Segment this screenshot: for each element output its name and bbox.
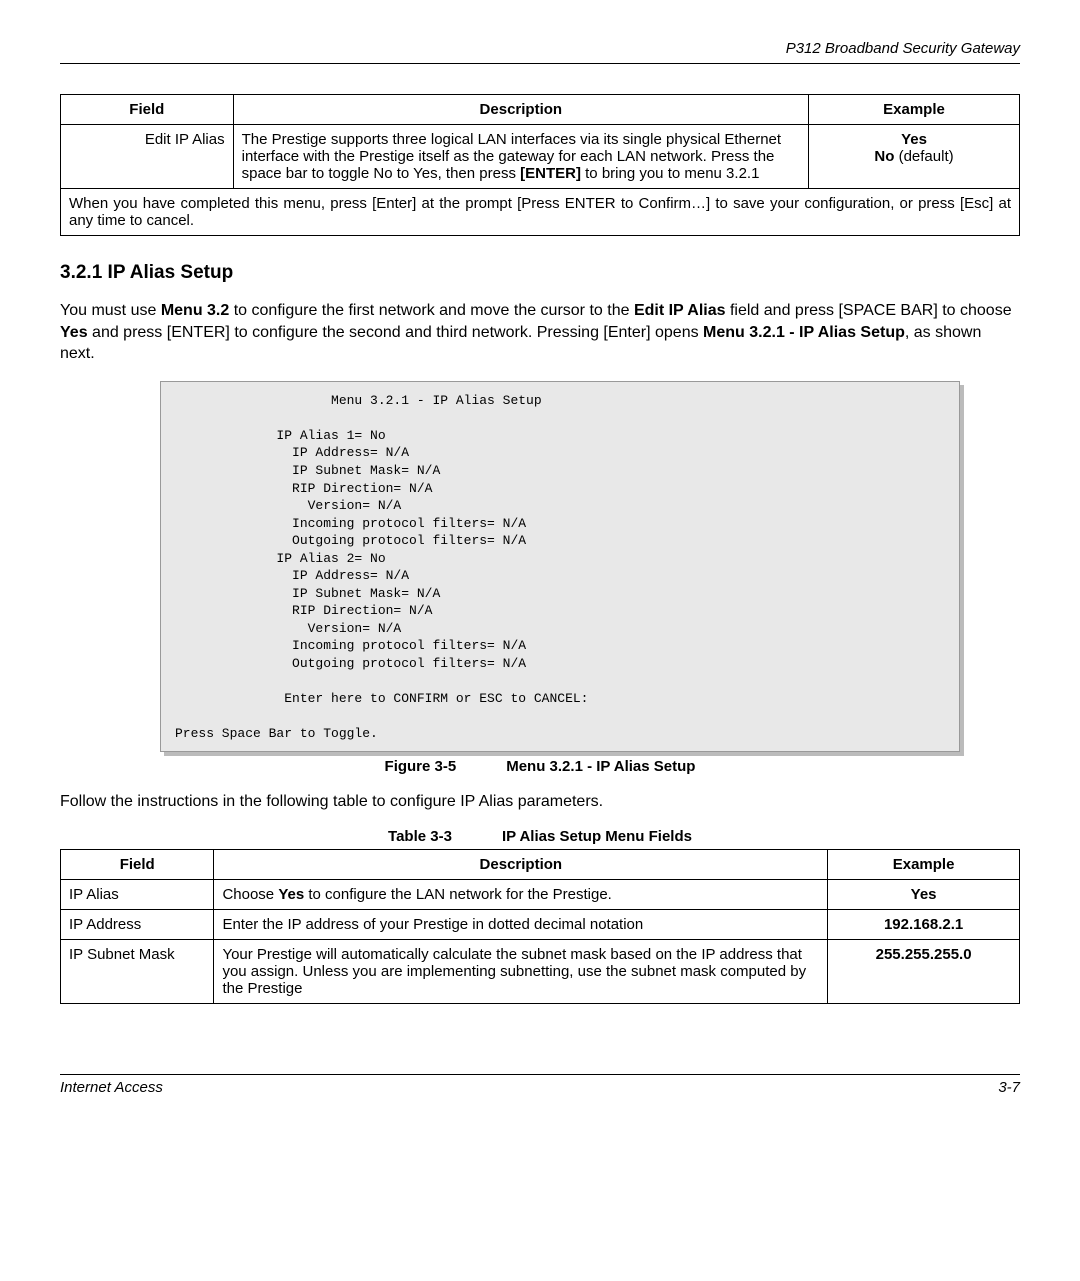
footer-left: Internet Access <box>60 1079 163 1096</box>
th-desc2: Description <box>214 850 828 880</box>
d-pre: Choose <box>222 886 278 903</box>
cell-desc: Enter the IP address of your Prestige in… <box>214 910 828 940</box>
cell-example: Yes <box>828 880 1020 910</box>
desc-text-bold: [ENTER] <box>520 165 581 182</box>
th-example2: Example <box>828 850 1020 880</box>
cell-description: The Prestige supports three logical LAN … <box>233 125 808 189</box>
section-paragraph: You must use Menu 3.2 to configure the f… <box>60 300 1020 365</box>
p1-g: and press [ENTER] to configure the secon… <box>88 324 703 341</box>
cell-field: Edit IP Alias <box>61 125 234 189</box>
cell-example: Yes No (default) <box>809 125 1020 189</box>
table-number: Table 3-3 <box>388 828 452 845</box>
cell-field: IP Alias <box>61 880 214 910</box>
d-bold: Yes <box>278 886 304 903</box>
example-default: (default) <box>894 148 953 165</box>
figure-caption: Figure 3-5 Menu 3.2.1 - IP Alias Setup <box>60 758 1020 775</box>
follow-text: Follow the instructions in the following… <box>60 791 1020 813</box>
page-header-product: P312 Broadband Security Gateway <box>60 40 1020 57</box>
th-field: Field <box>61 95 234 125</box>
p1-e: field and press [SPACE BAR] to choose <box>726 302 1012 319</box>
p1-d: Edit IP Alias <box>634 302 726 319</box>
table-ip-alias-fields: Field Description Example IP Alias Choos… <box>60 849 1020 1004</box>
footer-right: 3-7 <box>998 1079 1020 1096</box>
table-row: IP Subnet Mask Your Prestige will automa… <box>61 940 1020 1004</box>
page-footer: Internet Access 3-7 <box>60 1074 1020 1096</box>
d-post: to configure the LAN network for the Pre… <box>304 886 612 903</box>
table-row: IP Address Enter the IP address of your … <box>61 910 1020 940</box>
p1-c: to configure the first network and move … <box>229 302 634 319</box>
cell-example: 255.255.255.0 <box>828 940 1020 1004</box>
th-example: Example <box>809 95 1020 125</box>
table-note: When you have completed this menu, press… <box>61 189 1020 236</box>
table-note-row: When you have completed this menu, press… <box>61 189 1020 236</box>
p1-a: You must use <box>60 302 161 319</box>
d-pre: Enter the IP address of your Prestige in… <box>222 916 643 933</box>
cell-field: IP Address <box>61 910 214 940</box>
table-row: IP Alias Choose Yes to configure the LAN… <box>61 880 1020 910</box>
figure-title: Menu 3.2.1 - IP Alias Setup <box>506 758 695 775</box>
th-description: Description <box>233 95 808 125</box>
th-field2: Field <box>61 850 214 880</box>
table-title: IP Alias Setup Menu Fields <box>502 828 692 845</box>
table-edit-ip-alias: Field Description Example Edit IP Alias … <box>60 94 1020 236</box>
table-row: Edit IP Alias The Prestige supports thre… <box>61 125 1020 189</box>
d-pre: Your Prestige will automatically calcula… <box>222 946 806 997</box>
cell-field: IP Subnet Mask <box>61 940 214 1004</box>
cell-desc: Choose Yes to configure the LAN network … <box>214 880 828 910</box>
table-caption: Table 3-3 IP Alias Setup Menu Fields <box>60 828 1020 845</box>
p1-h: Menu 3.2.1 - IP Alias Setup <box>703 324 905 341</box>
p1-f: Yes <box>60 324 88 341</box>
cell-example: 192.168.2.1 <box>828 910 1020 940</box>
section-heading: 3.2.1 IP Alias Setup <box>60 262 1020 284</box>
desc-text-post: to bring you to menu 3.2.1 <box>581 165 759 182</box>
terminal-screenshot: Menu 3.2.1 - IP Alias Setup IP Alias 1= … <box>160 381 960 752</box>
example-yes: Yes <box>901 131 927 148</box>
header-rule <box>60 63 1020 64</box>
figure-number: Figure 3-5 <box>385 758 457 775</box>
cell-desc: Your Prestige will automatically calcula… <box>214 940 828 1004</box>
example-no: No <box>874 148 894 165</box>
p1-b: Menu 3.2 <box>161 302 229 319</box>
